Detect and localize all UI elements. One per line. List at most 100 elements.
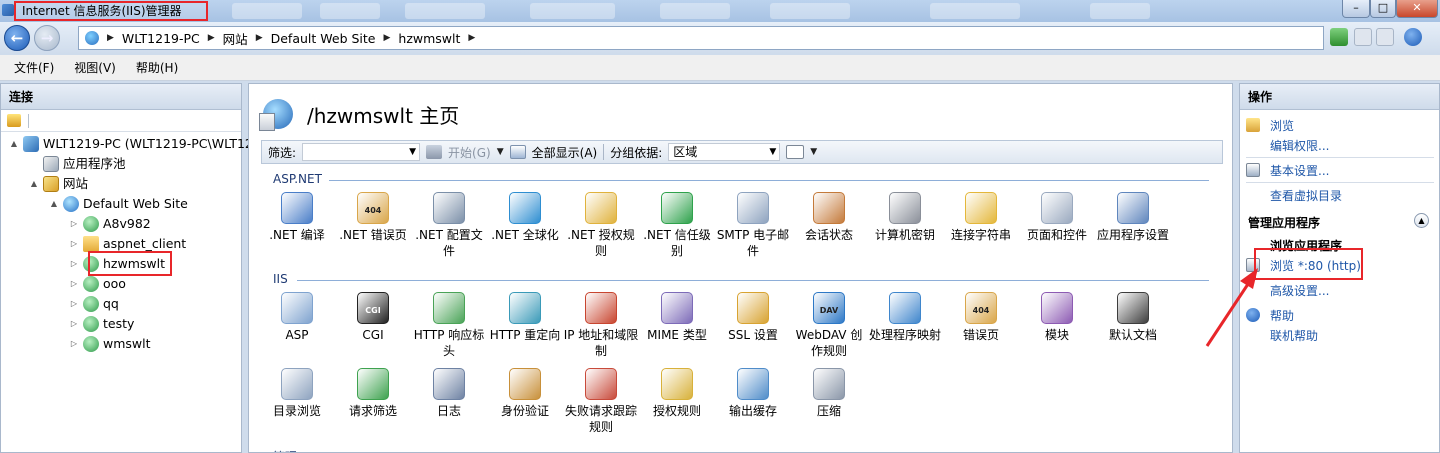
- feature-item[interactable]: 连接字符串: [943, 192, 1019, 243]
- feature-item[interactable]: 失败请求跟踪规则: [563, 368, 639, 435]
- group-by-select[interactable]: 区域 ▼: [668, 143, 781, 161]
- expand-toggle-icon[interactable]: ▲: [9, 134, 19, 154]
- tree-node[interactable]: ▷ testy: [69, 314, 134, 334]
- feature-item[interactable]: 应用程序设置: [1095, 192, 1171, 243]
- breadcrumb-hzwmswlt[interactable]: hzwmswlt: [398, 31, 460, 46]
- feature-item[interactable]: 404 错误页: [943, 292, 1019, 343]
- start-button[interactable]: 开始(G): [448, 144, 491, 161]
- feature-label: 请求筛选: [348, 404, 397, 418]
- breadcrumb-default-web-site[interactable]: Default Web Site: [271, 31, 376, 46]
- action-basic-settings[interactable]: 基本设置...: [1270, 162, 1329, 179]
- feature-item[interactable]: SSL 设置: [715, 292, 791, 343]
- feature-item[interactable]: 压缩: [791, 368, 867, 419]
- start-dropdown-icon[interactable]: ▼: [497, 147, 504, 157]
- breadcrumb-sites[interactable]: 网站: [223, 29, 248, 48]
- view-mode-icon[interactable]: [786, 145, 805, 159]
- close-button[interactable]: ✕: [1396, 0, 1438, 18]
- background-tab: [770, 3, 850, 19]
- tree-node[interactable]: ▷ qq: [69, 294, 119, 314]
- feature-label: 处理程序映射: [868, 328, 941, 342]
- tree-node[interactable]: ▲ WLT1219-PC (WLT1219-PC\WLT12: [9, 134, 253, 154]
- http-redirect-icon: [509, 292, 541, 324]
- feature-item[interactable]: 默认文档: [1095, 292, 1171, 343]
- feature-item[interactable]: .NET 授权规则: [563, 192, 639, 259]
- breadcrumb-server[interactable]: WLT1219-PC: [122, 31, 200, 46]
- back-arrow-icon[interactable]: ←: [4, 25, 30, 51]
- background-tab: [930, 3, 1020, 19]
- app-pool-icon: [43, 156, 59, 172]
- feature-item[interactable]: 目录浏览: [259, 368, 335, 419]
- home-icon[interactable]: [1376, 28, 1394, 46]
- tree-node[interactable]: 应用程序池: [29, 154, 126, 174]
- expand-toggle-icon[interactable]: ▷: [69, 294, 79, 314]
- maximize-button[interactable]: □: [1370, 0, 1396, 18]
- feature-item[interactable]: .NET 信任级别: [639, 192, 715, 259]
- window-title: Internet 信息服务(IIS)管理器: [14, 1, 208, 21]
- action-edit-permissions[interactable]: 编辑权限...: [1270, 137, 1329, 154]
- action-online-help[interactable]: 联机帮助: [1270, 327, 1318, 344]
- feature-item[interactable]: 会话状态: [791, 192, 867, 243]
- feature-item[interactable]: 处理程序映射: [867, 292, 943, 343]
- minimize-button[interactable]: –: [1342, 0, 1370, 18]
- feature-item[interactable]: IP 地址和域限制: [563, 292, 639, 359]
- feature-item[interactable]: CGI CGI: [335, 292, 411, 343]
- feature-item[interactable]: MIME 类型: [639, 292, 715, 343]
- feature-label: 压缩: [816, 404, 841, 418]
- tree-node[interactable]: ▲ Default Web Site: [49, 194, 188, 214]
- tree-node[interactable]: ▷ A8v982: [69, 214, 151, 234]
- tree-node-label: 应用程序池: [63, 156, 126, 171]
- feature-item[interactable]: 404 .NET 错误页: [335, 192, 411, 243]
- tree-node[interactable]: ▷ wmswlt: [69, 334, 151, 354]
- feature-item[interactable]: 计算机密钥: [867, 192, 943, 243]
- feature-item[interactable]: .NET 全球化: [487, 192, 563, 243]
- expand-toggle-icon[interactable]: ▷: [69, 254, 79, 274]
- feature-item[interactable]: 页面和控件: [1019, 192, 1095, 243]
- feature-label: CGI: [362, 328, 384, 342]
- feature-item[interactable]: .NET 配置文件: [411, 192, 487, 259]
- chevron-down-icon: ▼: [409, 147, 417, 157]
- forward-arrow-icon[interactable]: →: [34, 25, 60, 51]
- filter-input[interactable]: ▼: [302, 143, 421, 161]
- feature-item[interactable]: 身份验证: [487, 368, 563, 419]
- menu-view[interactable]: 视图(V): [74, 59, 116, 76]
- feature-item[interactable]: 日志: [411, 368, 487, 419]
- feature-item[interactable]: 模块: [1019, 292, 1095, 343]
- connect-icon[interactable]: [7, 114, 21, 127]
- tree-node-label: 网站: [63, 176, 89, 191]
- feature-item[interactable]: .NET 编译: [259, 192, 335, 243]
- expand-toggle-icon[interactable]: ▷: [69, 334, 79, 354]
- tree-node[interactable]: ▷ ooo: [69, 274, 126, 294]
- feature-item[interactable]: ASP: [259, 292, 335, 343]
- expand-toggle-icon[interactable]: ▷: [69, 234, 79, 254]
- help-icon[interactable]: [1404, 28, 1422, 46]
- menu-help[interactable]: 帮助(H): [136, 59, 178, 76]
- refresh-icon[interactable]: [1330, 28, 1348, 46]
- action-help[interactable]: 帮助: [1270, 307, 1294, 324]
- expand-toggle-icon[interactable]: ▷: [69, 314, 79, 334]
- feature-item[interactable]: HTTP 重定向: [487, 292, 563, 343]
- feature-item[interactable]: SMTP 电子邮件: [715, 192, 791, 259]
- view-mode-dropdown-icon[interactable]: ▼: [810, 147, 817, 157]
- expand-toggle-icon[interactable]: ▲: [49, 194, 59, 214]
- expand-toggle-icon[interactable]: ▷: [69, 214, 79, 234]
- feature-label: MIME 类型: [647, 328, 707, 342]
- action-view-virtual-dirs[interactable]: 查看虚拟目录: [1270, 187, 1342, 204]
- menu-file[interactable]: 文件(F): [14, 59, 54, 76]
- stop-icon[interactable]: [1354, 28, 1372, 46]
- feature-item[interactable]: DAV WebDAV 创作规则: [791, 292, 867, 359]
- breadcrumb[interactable]: ▶ WLT1219-PC ▶ 网站 ▶ Default Web Site ▶ h…: [78, 26, 1324, 50]
- expand-toggle-icon[interactable]: ▷: [69, 274, 79, 294]
- icon-badge: 404: [364, 206, 382, 215]
- action-explore[interactable]: 浏览: [1270, 117, 1294, 134]
- expand-toggle-icon[interactable]: ▲: [29, 174, 39, 194]
- feature-label: ASP: [285, 328, 309, 342]
- feature-item[interactable]: HTTP 响应标头: [411, 292, 487, 359]
- feature-item[interactable]: 输出缓存: [715, 368, 791, 419]
- show-all-button[interactable]: 全部显示(A): [532, 144, 598, 161]
- tree-node-label: A8v982: [103, 216, 151, 231]
- tree-node[interactable]: ▲ 网站: [29, 174, 88, 194]
- action-advanced-settings[interactable]: 高级设置...: [1270, 282, 1329, 299]
- collapse-button[interactable]: ▲: [1414, 213, 1429, 228]
- feature-item[interactable]: 请求筛选: [335, 368, 411, 419]
- feature-item[interactable]: 授权规则: [639, 368, 715, 419]
